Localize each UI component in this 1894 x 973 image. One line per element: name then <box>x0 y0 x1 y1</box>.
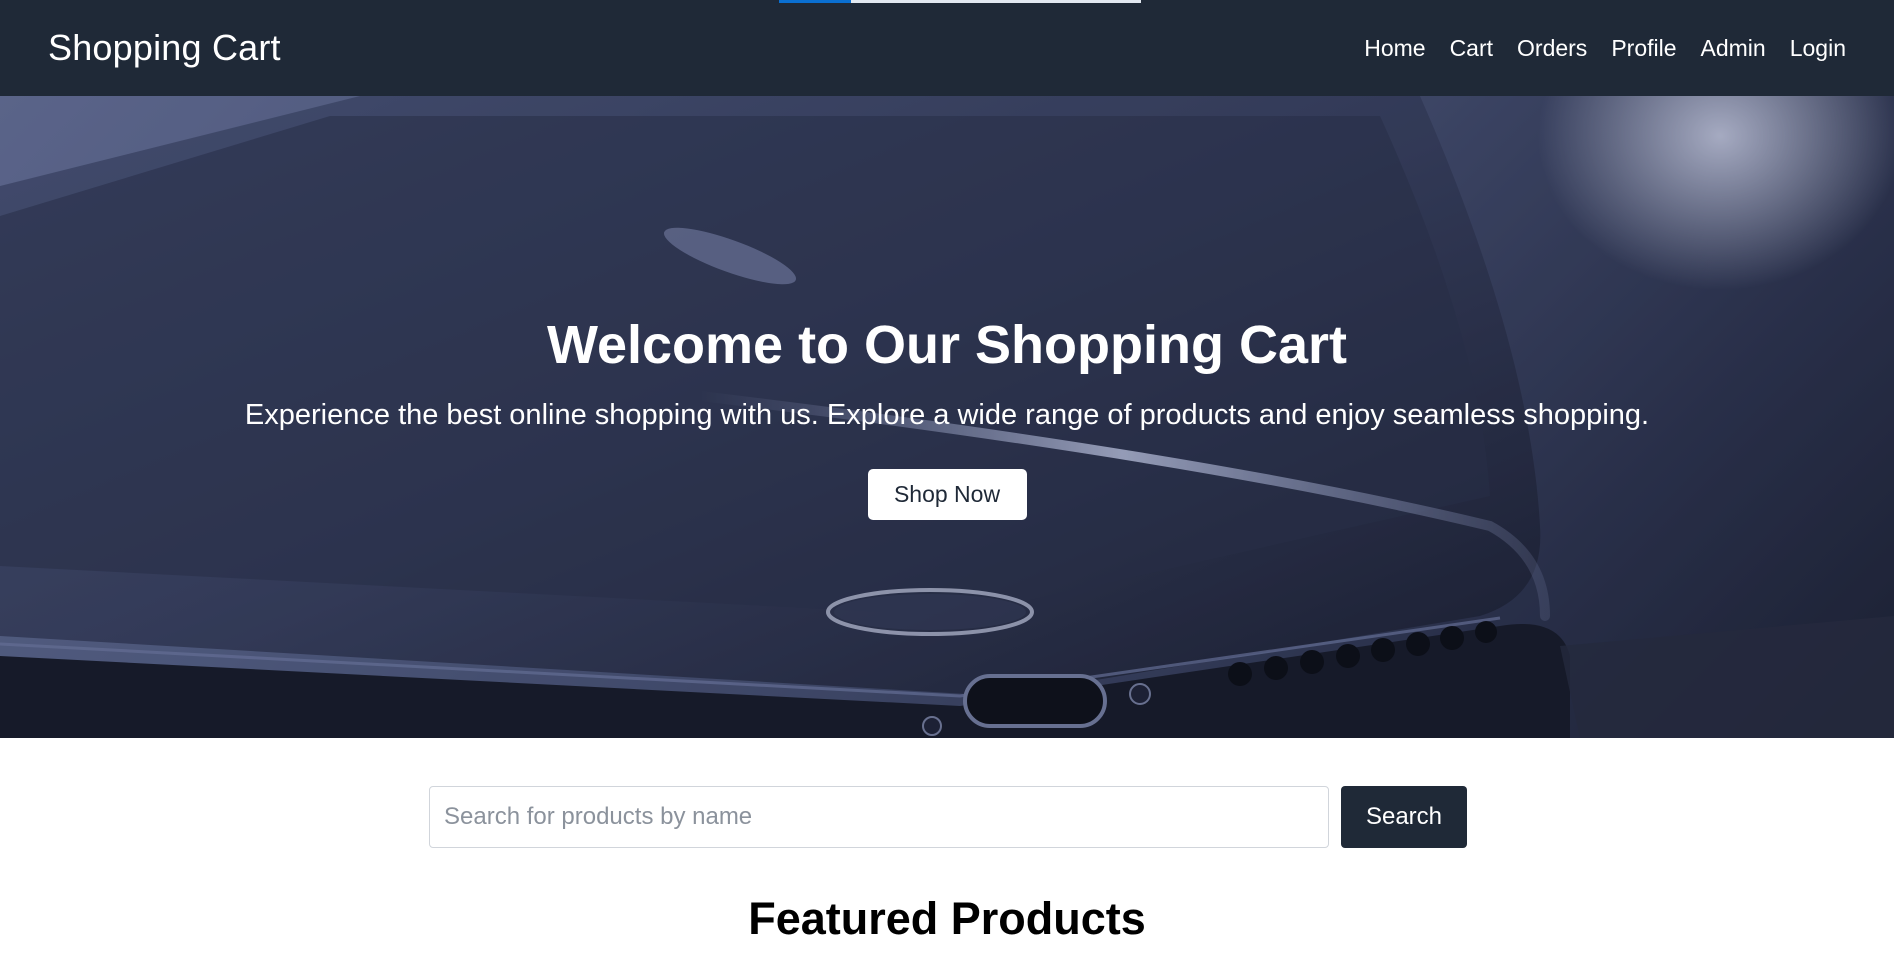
hero-banner: Welcome to Our Shopping Cart Experience … <box>0 96 1894 738</box>
nav-link-admin[interactable]: Admin <box>1701 35 1766 62</box>
hero-content: Welcome to Our Shopping Cart Experience … <box>0 96 1894 738</box>
featured-products-heading: Featured Products <box>748 893 1146 944</box>
nav-links: Home Cart Orders Profile Admin Login <box>1340 35 1846 62</box>
hero-title: Welcome to Our Shopping Cart <box>546 315 1348 375</box>
hero-subtitle: Experience the best online shopping with… <box>244 399 1650 432</box>
page-load-progress <box>779 0 1141 3</box>
product-search-form: Search <box>429 786 1467 848</box>
nav-link-orders[interactable]: Orders <box>1517 35 1587 62</box>
page-load-progress-fill <box>779 0 852 3</box>
nav-link-login[interactable]: Login <box>1790 35 1846 62</box>
top-navbar: Shopping Cart Home Cart Orders Profile A… <box>0 0 1894 96</box>
product-search-input[interactable] <box>429 786 1329 848</box>
nav-link-home[interactable]: Home <box>1364 35 1425 62</box>
shop-now-button[interactable]: Shop Now <box>867 468 1027 520</box>
nav-link-profile[interactable]: Profile <box>1611 35 1676 62</box>
brand-logo-link[interactable]: Shopping Cart <box>48 27 281 69</box>
search-button[interactable]: Search <box>1341 786 1467 848</box>
nav-link-cart[interactable]: Cart <box>1450 35 1493 62</box>
